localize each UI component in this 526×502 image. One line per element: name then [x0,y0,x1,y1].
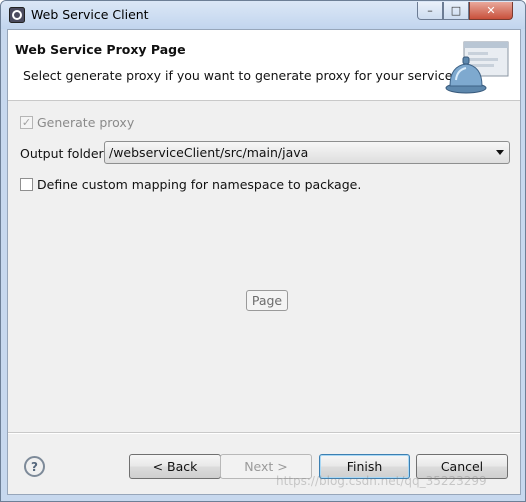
title-bar[interactable]: Web Service Client – □ ✕ [1,1,525,29]
web-service-bell-icon [445,41,509,94]
page-button[interactable]: Page [246,290,288,311]
generate-proxy-label: Generate proxy [37,114,135,130]
window-title: Web Service Client [31,7,149,22]
output-folder-label: Output folder [20,146,104,161]
output-folder-value: /webserviceClient/src/main/java [109,145,309,160]
close-button[interactable]: ✕ [469,2,513,20]
checkbox-box [20,177,33,191]
custom-mapping-checkbox[interactable]: Define custom mapping for namespace to p… [20,176,361,192]
output-folder-combo[interactable]: /webserviceClient/src/main/java [104,141,510,164]
eclipse-app-icon [9,7,25,23]
page-description: Select generate proxy if you want to gen… [23,68,457,83]
help-icon[interactable]: ? [24,456,45,477]
dialog-content: Web Service Proxy Page Select generate p… [7,29,521,495]
wizard-banner: Web Service Proxy Page Select generate p… [8,30,520,101]
minimize-button[interactable]: – [417,2,443,20]
watermark-text: https://blog.csdn.net/qq_35223299 [276,474,487,488]
back-button[interactable]: < Back [129,454,221,479]
generate-proxy-checkbox[interactable]: ✓ Generate proxy [20,114,134,130]
dropdown-arrow-icon [496,150,504,155]
footer-separator [8,432,520,434]
checkbox-checkmark-icon: ✓ [20,115,33,129]
custom-mapping-label: Define custom mapping for namespace to p… [37,176,362,192]
maximize-button[interactable]: □ [443,2,469,20]
page-title: Web Service Proxy Page [15,42,186,57]
dialog-window: Web Service Client – □ ✕ Web Service Pro… [0,0,526,502]
